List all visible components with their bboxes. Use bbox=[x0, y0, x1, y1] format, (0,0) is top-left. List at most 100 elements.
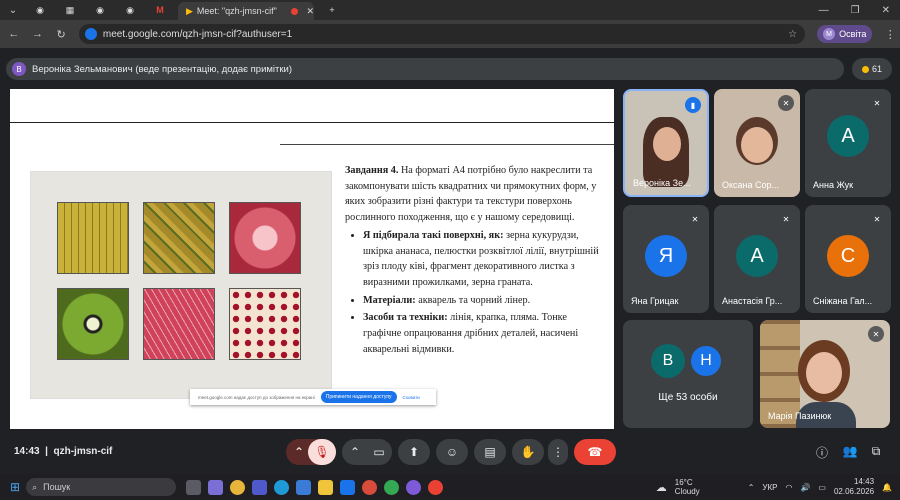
taskbar-clock[interactable]: 14:43 02.06.2026 bbox=[834, 477, 874, 497]
mic-toggle-button[interactable]: 🎙 bbox=[308, 439, 336, 465]
stop-sharing-button[interactable]: Припинити надання доступу bbox=[320, 391, 397, 403]
bookmark-star-icon[interactable]: ☆ bbox=[788, 29, 797, 40]
tab-close-icon[interactable]: ✕ bbox=[306, 6, 314, 17]
muted-mic-icon: ✕ bbox=[778, 95, 794, 111]
participant-tile[interactable]: А ✕ Анастасія Гр... bbox=[714, 205, 800, 313]
close-window-icon[interactable]: ✕ bbox=[882, 5, 890, 16]
bullet-techniques: Засоби та техніки: лінія, крапка, пляма.… bbox=[363, 310, 603, 357]
kiwi-texture-tile bbox=[57, 288, 129, 360]
participant-name: Марія Пазинюк bbox=[768, 411, 832, 421]
maximize-icon[interactable]: ❐ bbox=[851, 5, 860, 16]
weather[interactable]: 16°C Cloudy bbox=[675, 478, 700, 496]
store-icon[interactable] bbox=[296, 479, 312, 495]
participant-avatar: А bbox=[827, 115, 869, 157]
battery-icon[interactable]: ▭ bbox=[818, 483, 826, 492]
participants-count-button[interactable]: 61 bbox=[852, 58, 892, 80]
taskbar-search[interactable]: ⌕ Пошук bbox=[26, 478, 177, 496]
reload-icon[interactable]: ↻ bbox=[51, 28, 71, 41]
bullet-materials-label: Матеріали: bbox=[363, 294, 416, 306]
tab-meet[interactable]: ▶ Meet: "qzh-jmsn-cif" ✕ bbox=[178, 2, 314, 20]
tab-pinned-2[interactable]: ▦ bbox=[58, 1, 82, 19]
new-tab-button[interactable]: + bbox=[320, 1, 344, 19]
recording-icon bbox=[291, 7, 299, 15]
others-tile[interactable]: В Н Ще 53 особи bbox=[623, 320, 753, 428]
participant-face bbox=[806, 352, 842, 394]
clock-time: 14:43 bbox=[854, 477, 875, 486]
browser-tab-bar: ⌄ ◉ ▦ ◉ ◉ M ▶ Meet: "qzh-jmsn-cif" ✕ + —… bbox=[0, 0, 900, 20]
chrome-active-icon[interactable] bbox=[428, 479, 444, 495]
reactions-button[interactable]: ☺ bbox=[436, 439, 468, 465]
more-options-button[interactable]: ⋮ bbox=[548, 439, 568, 465]
weather-temp: 16°C bbox=[674, 478, 693, 487]
widgets-icon[interactable] bbox=[208, 479, 224, 495]
present-screen-button[interactable]: ⬆ bbox=[398, 439, 430, 465]
explorer-icon[interactable] bbox=[318, 479, 334, 495]
notifications-icon[interactable]: 🔔 bbox=[882, 483, 892, 492]
weather-icon: ☁ bbox=[655, 481, 667, 494]
bullet-surfaces-label: Я підбирала такі поверхні, як: bbox=[363, 229, 504, 241]
participant-avatar: А bbox=[736, 235, 778, 277]
windows-taskbar: ⊞ ⌕ Пошук ☁ 16°C Cloudy ⌃ УКР ◠ 🔊 ▭ 14:43… bbox=[0, 474, 900, 500]
others-label: Ще 53 особи bbox=[658, 392, 718, 403]
participant-avatar: Н bbox=[689, 344, 723, 378]
hide-notice-link[interactable]: Сховати bbox=[403, 395, 420, 400]
meeting-controls-bar: 14:43 | qzh-jmsn-cif ⌃ 🎙 ⌃ ▭ ⬆ ☺ ▤ ✋ ⋮ ☎… bbox=[0, 436, 900, 472]
edge-icon[interactable] bbox=[274, 479, 290, 495]
chrome-icon[interactable] bbox=[230, 479, 246, 495]
tab-search-icon[interactable]: ⌄ bbox=[4, 3, 22, 17]
slide-divider-2 bbox=[280, 144, 614, 145]
tab-pinned-1[interactable]: ◉ bbox=[28, 1, 52, 19]
presenter-banner: В Вероніка Зельманович (веде презентацію… bbox=[6, 58, 844, 80]
forward-icon[interactable]: → bbox=[28, 28, 48, 40]
participant-tile[interactable]: С ✕ Сніжана Гал... bbox=[805, 205, 891, 313]
task-view-icon[interactable] bbox=[186, 479, 202, 495]
muted-mic-icon: ✕ bbox=[868, 326, 884, 342]
system-tray: ☁ 16°C Cloudy ⌃ УКР ◠ 🔊 ▭ 14:43 02.06.2026… bbox=[656, 477, 892, 497]
camera-toggle-button[interactable]: ▭ bbox=[366, 439, 392, 465]
participant-name: Анна Жук bbox=[813, 180, 854, 190]
participant-tile[interactable]: ✕ Оксана Сор... bbox=[714, 89, 800, 197]
meeting-info: 14:43 | qzh-jmsn-cif bbox=[14, 446, 113, 457]
tab-title: Meet: "qzh-jmsn-cif" bbox=[196, 6, 277, 16]
captions-button[interactable]: ▤ bbox=[474, 439, 506, 465]
viber-icon[interactable] bbox=[406, 479, 422, 495]
participant-tile[interactable]: ✕ Марія Пазинюк bbox=[760, 320, 890, 428]
profile-button[interactable]: M Освіта bbox=[817, 25, 873, 43]
wifi-icon[interactable]: ◠ bbox=[785, 483, 792, 492]
raise-hand-button[interactable]: ✋ bbox=[512, 439, 544, 465]
language-indicator[interactable]: УКР bbox=[762, 483, 777, 492]
site-info-icon[interactable] bbox=[84, 28, 97, 40]
task-title: Завдання 4. bbox=[345, 165, 399, 176]
participant-tile[interactable]: ▮ Вероніка Зе... bbox=[623, 89, 709, 197]
meeting-details-icon[interactable]: ⓘ bbox=[812, 444, 832, 464]
back-icon[interactable]: ← bbox=[4, 28, 24, 40]
tab-pinned-3[interactable]: ◉ bbox=[88, 1, 112, 19]
minimize-icon[interactable]: — bbox=[819, 5, 829, 16]
volume-icon[interactable]: 🔊 bbox=[800, 483, 810, 492]
taskbar-apps bbox=[186, 479, 444, 495]
leaf-texture-tile bbox=[143, 288, 215, 360]
muted-mic-icon: ✕ bbox=[869, 95, 885, 111]
leave-call-button[interactable]: ☎ bbox=[574, 439, 616, 465]
participant-name: Сніжана Гал... bbox=[813, 296, 873, 306]
participant-count: 61 bbox=[871, 64, 882, 74]
activities-icon[interactable]: ⧉ bbox=[866, 444, 886, 464]
participant-tile[interactable]: А ✕ Анна Жук bbox=[805, 89, 891, 197]
chrome-profile-2-icon[interactable] bbox=[384, 479, 400, 495]
meeting-code: qzh-jmsn-cif bbox=[53, 446, 113, 457]
chrome-profile-icon[interactable] bbox=[362, 479, 378, 495]
tab-gmail[interactable]: M bbox=[148, 1, 172, 19]
tray-arrow-icon[interactable]: ⌃ bbox=[748, 483, 755, 492]
tab-pinned-4[interactable]: ◉ bbox=[118, 1, 142, 19]
browser-menu-icon[interactable]: ⋮ bbox=[880, 28, 900, 41]
artwork-image bbox=[30, 171, 332, 399]
participant-name: Оксана Сор... bbox=[722, 180, 780, 190]
bullet-surfaces: Я підбирала такі поверхні, як: зерна кук… bbox=[363, 228, 603, 291]
windows-start-icon[interactable]: ⊞ bbox=[10, 480, 20, 494]
url-field[interactable]: meet.google.com/qzh-jmsn-cif?authuser=1 … bbox=[78, 24, 806, 44]
muted-mic-icon: ✕ bbox=[687, 211, 703, 227]
people-icon[interactable]: 👥 bbox=[840, 444, 860, 464]
participant-tile[interactable]: Я ✕ Яна Грицак bbox=[623, 205, 709, 313]
mail-icon[interactable] bbox=[340, 479, 356, 495]
teams-icon[interactable] bbox=[252, 479, 268, 495]
